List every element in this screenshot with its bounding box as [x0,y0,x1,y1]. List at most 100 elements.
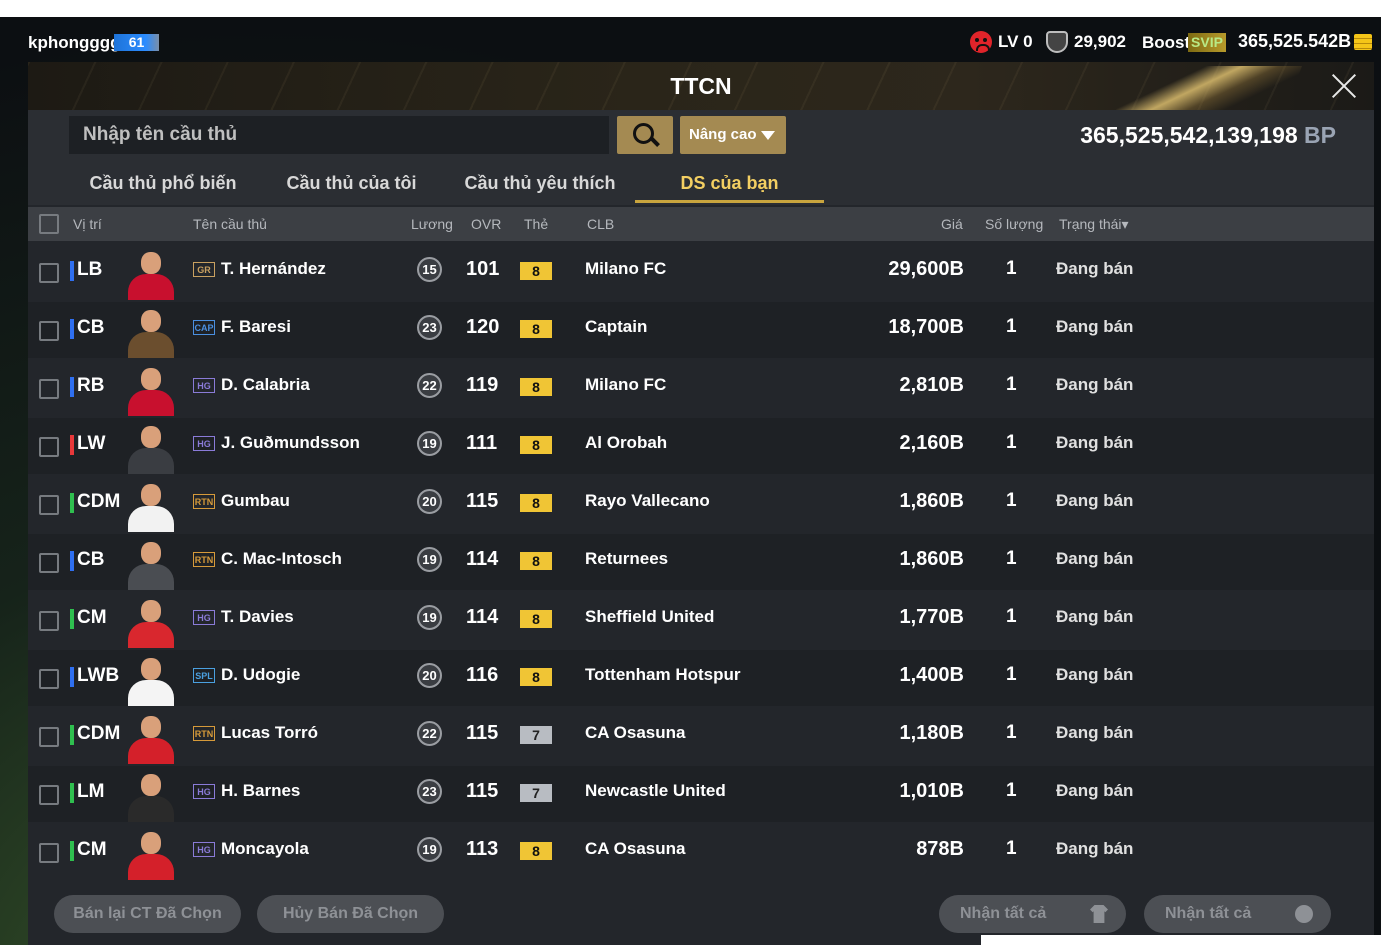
col-status[interactable]: Trạng thái▾ [1059,216,1129,233]
player-position: LW [77,433,106,454]
table-row[interactable]: CB RTN C. Mac-Intosch 19 114 8 Returnees 1,860B… [28,534,1374,590]
row-checkbox[interactable] [39,669,59,689]
table-row[interactable]: CDM RTN Lucas Torró 22 115 7 CA Osasuna 1,180B 1… [28,708,1374,764]
player-name[interactable]: Gumbau [221,491,290,511]
player-ovr: 116 [466,664,499,686]
advanced-filter-button[interactable]: Nâng cao [680,116,786,154]
search-row: Nâng cao 365,525,542,139,198 BP [28,110,1374,161]
season-badge-icon: RTN [193,552,215,567]
season-badge-icon: HG [193,378,215,393]
player-name[interactable]: Moncayola [221,839,309,859]
table-row[interactable]: LM HG H. Barnes 23 115 7 Newcastle United 1,010… [28,766,1374,822]
claim-all-bp-button[interactable]: Nhận tất cả [1144,895,1331,933]
table-row[interactable]: CB CAP F. Baresi 23 120 8 Captain 18,700B 1 Đang … [28,302,1374,358]
upgrade-level-badge: 7 [520,784,552,802]
position-color-bar [70,493,74,513]
player-name[interactable]: C. Mac-Intosch [221,549,342,569]
tab-label: DS của bạn [680,173,779,193]
bp-amount: 365,525,542,139,198 [1080,122,1298,148]
listing-price: 2,160B [899,432,965,454]
player-name[interactable]: T. Hernández [221,259,326,279]
player-name[interactable]: D. Udogie [221,665,300,685]
col-qty: Số lượng [985,216,1044,232]
table-row[interactable]: LW HG J. Guðmundsson 19 111 8 Al Orobah 2,160B 1… [28,418,1374,474]
listing-quantity: 1 [1006,374,1017,395]
upgrade-level-badge: 8 [520,668,552,686]
player-club: CA Osasuna [585,839,686,858]
player-name[interactable]: Lucas Torró [221,723,318,743]
player-ovr: 115 [466,490,499,512]
player-name[interactable]: J. Guðmundsson [221,433,360,453]
row-checkbox[interactable] [39,263,59,283]
tab-label: Cầu thủ phổ biến [89,173,237,193]
table-row[interactable]: CDM RTN Gumbau 20 115 8 Rayo Vallecano 1,860B 1 Đ… [28,476,1374,532]
player-name[interactable]: D. Calabria [221,375,310,395]
listing-quantity: 1 [1006,490,1017,511]
panel-title: TTCN [670,73,732,99]
player-search-input[interactable] [69,116,609,154]
player-position: RB [77,375,105,396]
listing-price: 2,810B [899,374,965,396]
season-badge-icon: HG [193,436,215,451]
player-name[interactable]: H. Barnes [221,781,300,801]
position-color-bar [70,841,74,861]
tab-my-players[interactable]: Cầu thủ của tôi [258,161,445,205]
salary-badge: 19 [417,431,442,456]
table-row[interactable]: RB HG D. Calabria 22 119 8 Milano FC 2,810B 1 Đan… [28,360,1374,416]
trophy-icon [1046,31,1068,53]
position-color-bar [70,435,74,455]
player-position: LB [77,259,103,280]
bp-coin-icon [1295,905,1313,923]
table-row[interactable]: CM HG Moncayola 19 113 8 CA Osasuna 878B 1 Đang b… [28,824,1374,880]
tab-popular-players[interactable]: Cầu thủ phổ biến [68,161,258,205]
player-name[interactable]: T. Davies [221,607,294,627]
table-row[interactable]: LWB SPL D. Udogie 20 116 8 Tottenham Hotspur 1,… [28,650,1374,706]
position-color-bar [70,725,74,745]
button-label: Nhận tất cả [1165,905,1252,922]
row-checkbox[interactable] [39,553,59,573]
player-avatar [124,710,178,764]
salary-badge: 20 [417,663,442,688]
row-checkbox[interactable] [39,843,59,863]
player-avatar [124,478,178,532]
player-name[interactable]: F. Baresi [221,317,291,337]
upgrade-level-badge: 8 [520,842,552,860]
transfer-market-panel: TTCN Nâng cao 365,525,542,139,198 BP Cầu… [28,62,1374,945]
button-label: Nhận tất cả [960,905,1047,922]
close-icon[interactable] [1328,70,1360,102]
search-button[interactable] [617,116,673,154]
salary-badge: 19 [417,547,442,572]
player-ovr: 114 [466,606,499,628]
col-club: CLB [587,216,615,232]
row-checkbox[interactable] [39,437,59,457]
upgrade-level-badge: 8 [520,494,552,512]
row-checkbox[interactable] [39,727,59,747]
upgrade-level-badge: 8 [520,610,552,628]
resell-selected-button[interactable]: Bán lại CT Đã Chọn [54,895,241,933]
tab-favorite-players[interactable]: Cầu thủ yêu thích [445,161,635,205]
table-row[interactable]: CM HG T. Davies 19 114 8 Sheffield United 1,770… [28,592,1374,648]
salary-badge: 22 [417,721,442,746]
jersey-icon [1090,905,1108,923]
player-avatar [124,304,178,358]
player-avatar [124,246,178,300]
player-position: CDM [77,491,121,512]
tab-your-listings[interactable]: DS của bạn [635,161,824,205]
listing-status: Đang bán [1056,781,1134,800]
row-checkbox[interactable] [39,611,59,631]
table-row[interactable]: LB GR T. Hernández 15 101 8 Milano FC 29,600B 1 Đ… [28,244,1374,300]
position-color-bar [70,319,74,339]
select-all-checkbox[interactable] [39,214,59,234]
col-card: Thẻ [524,216,549,232]
row-checkbox[interactable] [39,495,59,515]
row-checkbox[interactable] [39,379,59,399]
listing-price: 1,860B [899,490,965,512]
row-checkbox[interactable] [39,321,59,341]
cancel-selected-button[interactable]: Hủy Bán Đã Chọn [257,895,444,933]
player-ovr: 113 [466,838,499,860]
player-ovr: 115 [466,780,499,802]
listing-status: Đang bán [1056,549,1134,568]
row-checkbox[interactable] [39,785,59,805]
position-color-bar [70,783,74,803]
claim-all-players-button[interactable]: Nhận tất cả [939,895,1126,933]
